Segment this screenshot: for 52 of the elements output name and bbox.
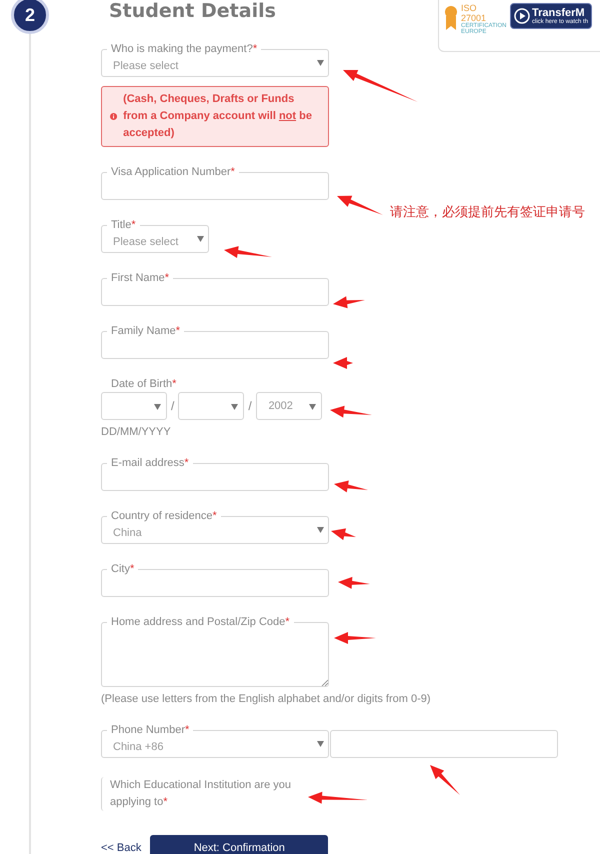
step-number-badge: 2 [11,0,49,34]
play-icon [514,8,530,24]
date-separator: / [171,399,174,413]
select-field[interactable] [178,392,244,420]
caret-icon [317,527,324,533]
medal-icon [444,5,458,31]
section-title: Student Details [109,0,276,24]
date-separator: / [248,399,252,413]
field-label: Home address and Postal/Zip Code* [107,616,294,629]
caret-icon [231,404,238,410]
caret-icon [197,236,204,242]
select-field[interactable]: Phone Number* China +86 [101,724,329,758]
iso-label: ISO [461,3,478,13]
annotation-arrow [337,196,383,215]
annotation-arrow [331,528,356,540]
field-label: Date of Birth* [110,378,178,391]
caret-icon [154,404,161,410]
annotation-arrow [330,406,372,418]
input-hint: (Please use letters from the English alphabet and/or digits from 0-9) [101,693,432,705]
select-field[interactable]: Title* Please select [101,219,209,253]
select-field[interactable] [101,392,167,420]
annotation-note: 请注意，必须提前先有签证申请号 [390,204,586,222]
annotation-arrow [308,792,368,804]
caret-icon [308,404,316,410]
input-field[interactable]: City* [101,563,329,597]
annotation-arrow [338,576,370,589]
input-field[interactable]: Family Name* [101,325,329,359]
annotation-arrow [333,357,353,369]
next-button[interactable]: Next: Confirmation [150,835,328,854]
select-field[interactable]: 2002 [256,392,322,420]
textarea-field[interactable]: Home address and Postal/Zip Code* [101,616,329,687]
input-field[interactable]: E-mail address* [101,457,329,491]
annotation-arrow [224,246,272,258]
field-label: Family Name* [107,325,184,338]
field-label: Country of residence* [107,510,221,523]
annotation-arrow [334,480,368,492]
field-label: City* [107,563,138,576]
caret-icon [317,741,324,747]
annotation-arrow [430,765,460,795]
caret-icon [317,60,324,66]
input-field[interactable]: First Name* [101,272,329,306]
back-link[interactable]: << Back [101,842,142,854]
warning-text: (Cash, Cheques, Drafts or Funds from a Company account will not be accepted) [123,92,313,141]
iso-number: 27001 [461,13,486,23]
format-hint: DD/MM/YYYY [101,426,172,438]
input-field[interactable]: Visa Application Number* [101,166,329,200]
resize-grip-icon[interactable] [321,679,328,686]
field-label: Visa Application Number* [107,166,239,179]
field-label: Who is making the payment?* [107,43,262,56]
select-field[interactable]: Country of residence* China [101,510,329,544]
annotation-arrow [333,296,365,308]
select-field[interactable]: Who is making the payment?* Please select [101,43,329,77]
